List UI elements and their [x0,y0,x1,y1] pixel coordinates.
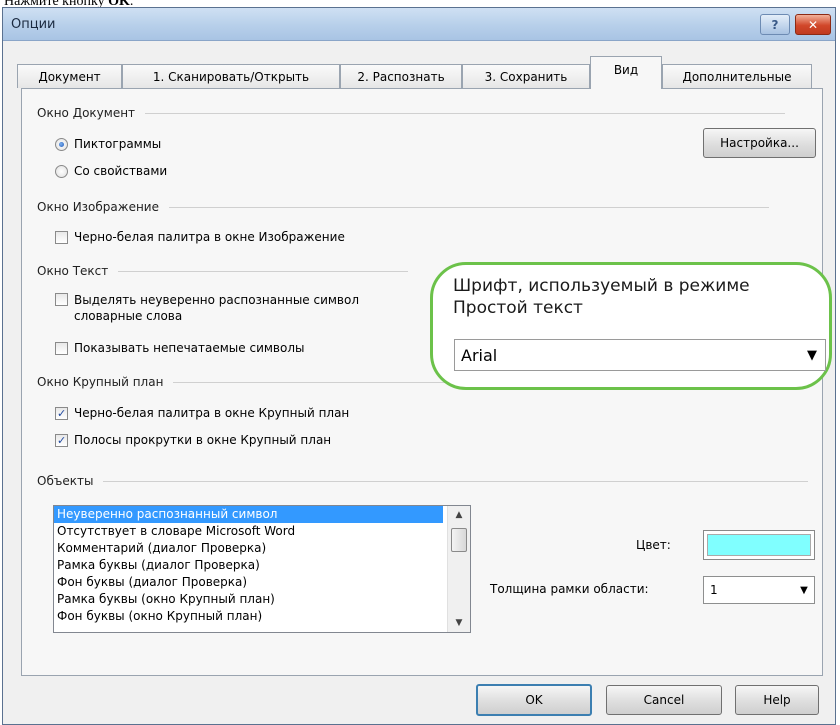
checkbox-zoom-scrollbars[interactable]: Полосы прокрутки в окне Крупный план [55,433,331,447]
checkbox-show-nonprintable[interactable]: Показывать непечатаемые символы [55,341,304,355]
font-select-value: Arial [461,345,498,365]
checkbox-label: Выделять неуверенно распознанные символ … [74,292,359,324]
checkbox-icon [55,231,68,244]
tab-view[interactable]: Вид [590,56,662,89]
tab-document[interactable]: Документ [17,64,122,88]
border-thickness-label: Толщина рамки области: [490,582,649,596]
border-thickness-value: 1 [710,583,718,597]
checkbox-zoom-bw-palette[interactable]: Черно-белая палитра в окне Крупный план [55,406,349,420]
tab-recognize[interactable]: 2. Распознать [340,64,462,88]
settings-button[interactable]: Настройка... [703,128,816,158]
color-picker-button[interactable] [703,530,815,560]
callout-title: Шрифт, используемый в режиме Простой тек… [453,276,750,318]
checkbox-label: Показывать непечатаемые символы [74,341,305,355]
list-scrollbar[interactable]: ▲ ▼ [447,506,470,632]
tab-save[interactable]: 3. Сохранить [462,64,590,88]
close-title-button[interactable]: ✕ [795,14,831,35]
objects-listbox[interactable]: Неуверенно распознанный символ Отсутству… [53,505,471,633]
plain-text-font-select[interactable]: Arial ▼ [454,339,826,371]
radio-properties[interactable]: Со свойствами [55,164,167,178]
divider [145,112,786,114]
list-item[interactable]: Рамка буквы (окно Крупный план) [54,591,443,608]
section-label: Окно Крупный план [37,375,164,389]
font-callout: Шрифт, используемый в режиме Простой тек… [430,262,832,390]
checkbox-label: Черно-белая палитра в окне Крупный план [74,406,350,420]
checkbox-label: Черно-белая палитра в окне Изображение [74,230,345,244]
section-objects: Объекты [37,474,809,488]
tab-advanced[interactable]: Дополнительные [662,64,812,88]
help-title-button[interactable]: ? [760,14,790,35]
list-item[interactable]: Отсутствует в словаре Microsoft Word [54,523,443,540]
section-label: Окно Текст [37,264,109,278]
section-label: Окно Изображение [37,200,159,214]
checkbox-icon [55,293,68,306]
tab-scan-open[interactable]: 1. Сканировать/Открыть [122,64,340,88]
checkbox-label-line2: словарные слова [74,309,183,323]
list-item[interactable]: Комментарий (диалог Проверка) [54,540,443,557]
scroll-up-icon[interactable]: ▲ [448,506,470,524]
color-label: Цвет: [636,538,671,552]
chevron-down-icon: ▼ [807,347,817,363]
checkbox-icon [55,434,68,447]
ok-button[interactable]: OK [476,684,592,716]
list-item[interactable]: Неуверенно распознанный символ [54,506,443,523]
close-icon: ✕ [807,17,819,32]
section-label: Объекты [37,474,94,488]
list-item[interactable]: Фон буквы (диалог Проверка) [54,574,443,591]
divider [103,480,809,482]
help-button[interactable]: Help [735,685,819,715]
checkbox-icon [55,342,68,355]
divider [118,270,409,272]
section-label: Окно Документ [37,106,136,120]
checkbox-label-line1: Выделять неуверенно распознанные символ [74,293,360,307]
checkbox-image-bw-palette[interactable]: Черно-белая палитра в окне Изображение [55,230,345,244]
list-item[interactable]: Рамка буквы (диалог Проверка) [54,557,443,574]
cancel-button[interactable]: Cancel [606,685,722,715]
chevron-down-icon: ▼ [800,584,808,596]
radio-label: Со свойствами [74,164,168,178]
scroll-thumb[interactable] [451,528,467,552]
help-icon: ? [771,17,779,32]
title-bar[interactable]: Опции ? ✕ [3,8,835,41]
radio-icons[interactable]: Пиктограммы [55,137,161,151]
radio-button-icon [55,138,68,151]
scroll-down-icon[interactable]: ▼ [448,614,470,632]
checkbox-icon [55,407,68,420]
color-swatch [707,534,811,556]
window-title: Опции [11,17,56,32]
radio-button-icon [55,165,68,178]
section-text-window: Окно Текст [37,264,409,278]
radio-label: Пиктограммы [74,137,162,151]
border-thickness-select[interactable]: 1 ▼ [703,576,815,604]
section-image-window: Окно Изображение [37,200,769,214]
section-document-window: Окно Документ [37,106,786,120]
list-item[interactable]: Фон буквы (окно Крупный план) [54,608,443,625]
divider [169,206,769,208]
checkbox-label: Полосы прокрутки в окне Крупный план [74,433,332,447]
checkbox-highlight-uncertain[interactable]: Выделять неуверенно распознанные символ … [55,292,359,324]
